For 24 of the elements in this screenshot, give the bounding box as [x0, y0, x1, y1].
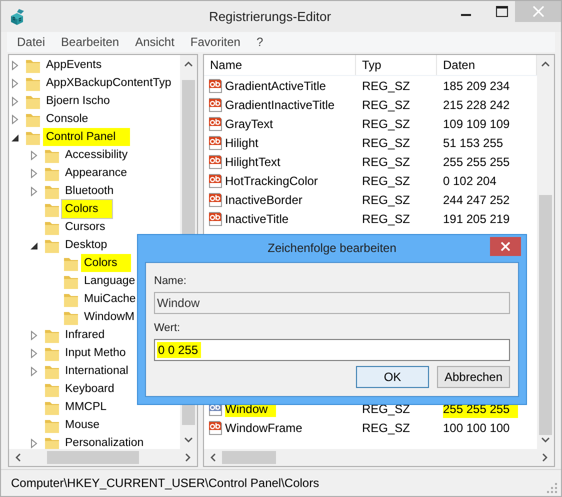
table-cell: 244 247 252: [443, 192, 510, 208]
table-cell: 109 109 109: [443, 116, 510, 132]
table-cell: REG_SZ: [362, 78, 410, 94]
table-cell: 255 255 255: [443, 154, 510, 170]
table-cell: 51 153 255: [443, 134, 504, 150]
field-label: Wert:: [154, 322, 182, 334]
table-cell: REG_SZ: [362, 210, 410, 226]
table-cell: 215 228 242: [443, 96, 510, 112]
table-cell: REG_SZ: [362, 420, 410, 436]
table-cell: REG_SZ: [362, 96, 410, 112]
table-cell: 0 102 204: [443, 172, 496, 188]
table-cell: REG_SZ: [362, 400, 410, 416]
table-cell: REG_SZ: [362, 134, 410, 150]
table-cell: 100 100 100: [443, 420, 510, 436]
table-cell: 191 205 219: [443, 210, 510, 226]
window-title: Registrierungs-Editor: [208, 9, 332, 24]
status-path: Computer\HKEY_CURRENT_USER\Control Panel\Colors: [11, 476, 320, 490]
table-cell: REG_SZ: [362, 192, 410, 208]
dialog-title: Zeichenfolge bearbeiten: [268, 240, 396, 257]
field-label: Name:: [154, 275, 188, 287]
table-cell: 185 209 234: [443, 78, 510, 94]
table-cell: REG_SZ: [362, 116, 410, 132]
table-cell: REG_SZ: [362, 172, 410, 188]
table-cell: REG_SZ: [362, 154, 410, 170]
